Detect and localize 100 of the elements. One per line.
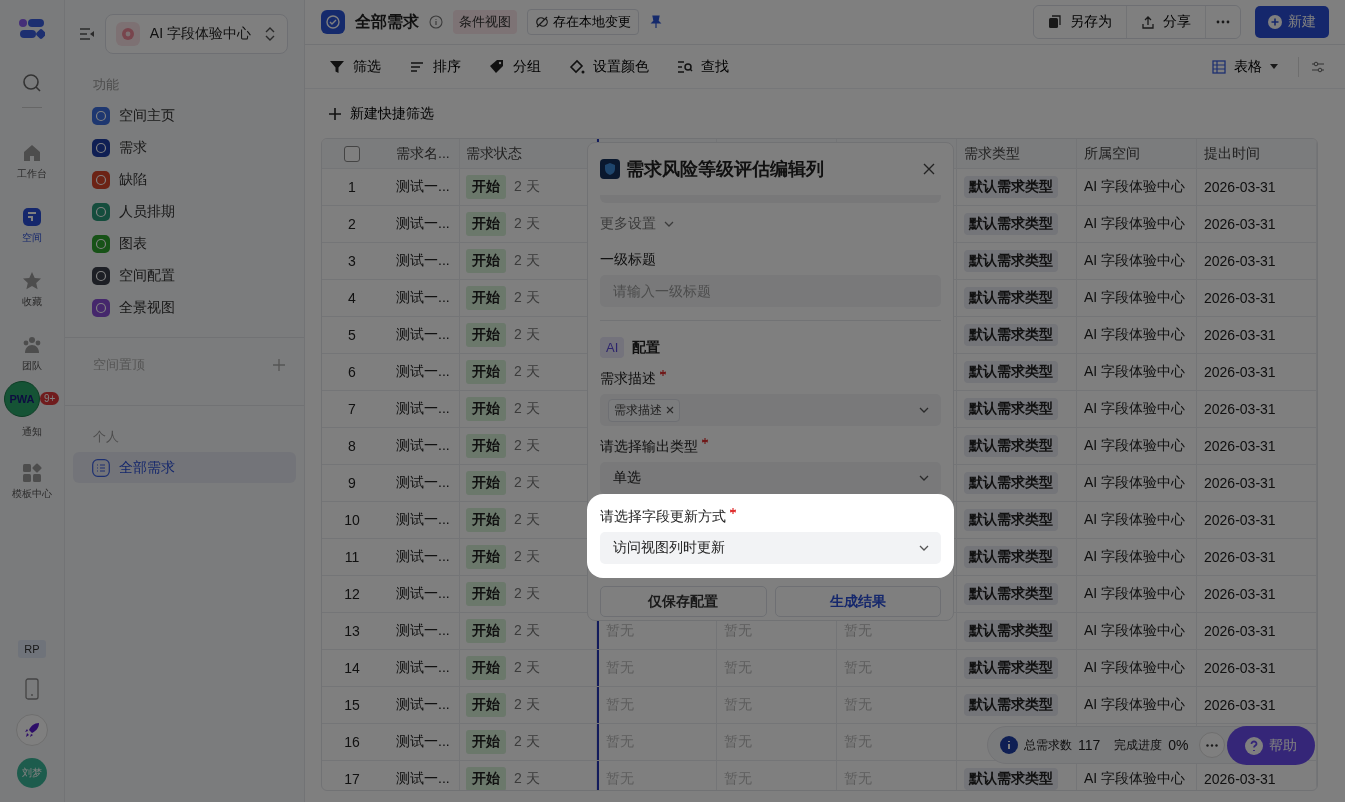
stat-label: 完成进度 (1114, 736, 1163, 754)
status-tag: 开始 (466, 212, 506, 236)
group-button[interactable]: 分组 (481, 53, 549, 80)
check-icon (321, 10, 345, 34)
table-cell: 2026-03-31 (1204, 549, 1276, 565)
table-cell: 2026-03-31 (1204, 290, 1276, 306)
sidebar-item[interactable]: 全部需求 (72, 452, 296, 483)
sidebar-item[interactable]: 人员排期 (72, 196, 296, 228)
status-tag: 开始 (466, 175, 506, 199)
multi-select-field[interactable]: 需求描述 (600, 394, 941, 426)
rail-item[interactable]: 模板中心 (11, 458, 52, 506)
info-icon[interactable] (429, 15, 443, 29)
status-tag: 开始 (466, 582, 506, 606)
view-menu-button[interactable]: 表格 (1204, 53, 1286, 80)
share-button[interactable]: 分享 (1127, 6, 1206, 38)
search-icon[interactable] (21, 73, 42, 93)
rail-item[interactable]: 空间 (21, 202, 42, 250)
quick-filter-button[interactable]: 新建快捷筛选 (321, 100, 442, 127)
rail-item[interactable]: 团队 (21, 330, 42, 378)
phone-icon[interactable] (24, 678, 39, 700)
home-icon (21, 143, 42, 163)
sort-button[interactable]: 排序 (401, 53, 469, 80)
table-cell: 2 天 (514, 437, 540, 455)
table-cell: AI 字段体验中心 (1084, 659, 1186, 677)
donut-icon (115, 22, 140, 46)
type-tag: 默认需求类型 (964, 176, 1058, 198)
more-button[interactable] (1198, 732, 1225, 758)
sidebar-item[interactable]: 缺陷 (72, 164, 296, 196)
type-tag: 默认需求类型 (964, 361, 1058, 383)
color-button[interactable]: 设置颜色 (561, 53, 657, 80)
sidebar-item[interactable]: 空间主页 (72, 100, 296, 132)
unlink-icon (535, 15, 549, 29)
row-number: 1 (348, 179, 356, 195)
table-cell: 测试一... (396, 474, 450, 492)
row-number: 3 (348, 253, 356, 269)
rail-item[interactable]: 收藏 (21, 266, 42, 314)
table-cell: 2026-03-31 (1204, 475, 1276, 491)
select-field[interactable]: 单选 (600, 462, 941, 494)
table-cell: 2026-03-31 (1204, 623, 1276, 639)
collapse-icon[interactable] (78, 27, 95, 41)
field-label: 请选择输出类型 (600, 438, 698, 456)
table-cell: 2 天 (514, 622, 540, 640)
remove-icon[interactable] (666, 406, 674, 414)
row-number: 11 (344, 549, 360, 565)
sidebar-item[interactable]: 需求 (72, 132, 296, 164)
type-tag: 默认需求类型 (964, 324, 1058, 346)
status-tag: 开始 (466, 249, 506, 273)
table-cell: 测试一... (396, 326, 450, 344)
sidebar-item[interactable]: 空间配置 (72, 260, 296, 292)
find-icon (677, 58, 693, 75)
save-config-button[interactable]: 仅保存配置 (600, 586, 767, 617)
close-icon[interactable] (923, 163, 935, 175)
table-cell: 测试一... (396, 733, 450, 751)
space-selector[interactable]: AI 字段体验中心 (104, 14, 288, 54)
select-field[interactable]: 访问视图列时更新 (600, 532, 941, 564)
filter-button[interactable]: 筛选 (321, 53, 389, 80)
add-icon[interactable] (272, 358, 286, 372)
row-number: 10 (344, 512, 360, 528)
column-header[interactable]: 需求类型 (964, 144, 1020, 163)
table-cell: AI 字段体验中心 (1084, 622, 1186, 640)
table-cell: 2026-03-31 (1204, 401, 1276, 417)
status-tag: 开始 (466, 730, 506, 754)
rail-label: 模板中心 (11, 487, 52, 501)
sidebar-item[interactable]: 全景视图 (72, 292, 296, 324)
view-tag: 条件视图 (453, 10, 517, 34)
table-cell: AI 字段体验中心 (1084, 696, 1186, 714)
column-header[interactable]: 需求状态 (466, 144, 522, 163)
table-cell: 测试一... (396, 215, 450, 233)
rocket-button[interactable] (15, 714, 48, 746)
table-cell: 测试一... (396, 622, 450, 640)
table-cell: 2 天 (514, 178, 540, 196)
type-tag: 默认需求类型 (964, 583, 1058, 605)
table-cell: 2026-03-31 (1204, 253, 1276, 269)
rail-label: 收藏 (21, 295, 42, 309)
row-number: 6 (348, 364, 356, 380)
shield-icon (600, 159, 620, 179)
table-cell: AI 字段体验中心 (1084, 215, 1186, 233)
more-settings-toggle[interactable]: 更多设置 (600, 215, 941, 233)
generate-button[interactable]: 生成结果 (774, 586, 941, 617)
space-icon (21, 207, 42, 227)
count-badge: 9+ (40, 392, 60, 405)
column-header[interactable]: 需求名... (396, 144, 450, 163)
local-changes-button[interactable]: 存在本地变更 (527, 9, 639, 35)
sidebar-item[interactable]: 图表 (72, 228, 296, 260)
table-cell: 2 天 (514, 326, 540, 344)
column-header[interactable]: 所属空间 (1084, 144, 1140, 163)
help-button[interactable]: 帮助 (1227, 726, 1315, 765)
table-cell: 2 天 (514, 511, 540, 529)
chevron-icon (919, 475, 929, 481)
table-cell: AI 字段体验中心 (1084, 548, 1186, 566)
settings-icon[interactable] (1311, 59, 1325, 74)
pin-icon[interactable] (649, 15, 663, 29)
find-button[interactable]: 查找 (669, 53, 737, 80)
select-all-checkbox[interactable] (344, 145, 360, 162)
new-button[interactable]: 新建 (1255, 6, 1329, 38)
table-cell: 2026-03-31 (1204, 216, 1276, 232)
rail-item[interactable]: 工作台 (16, 138, 47, 186)
column-header[interactable]: 提出时间 (1204, 144, 1260, 163)
row-number: 16 (344, 734, 360, 750)
row-number: 15 (344, 697, 360, 713)
